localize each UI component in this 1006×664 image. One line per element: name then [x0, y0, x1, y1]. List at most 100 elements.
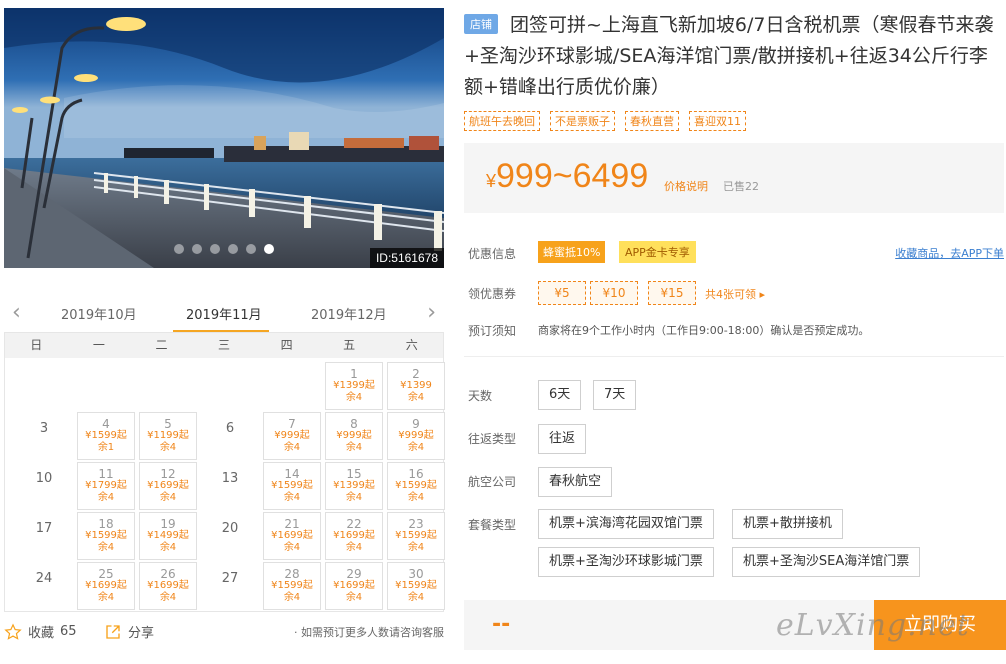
coupon-10[interactable]: ¥10 [590, 281, 638, 305]
honey-discount-badge: 蜂蜜抵10% [538, 241, 606, 263]
share-label: 分享 [128, 626, 155, 641]
day-remaining: 余1 [97, 442, 115, 453]
promo-label: 优惠信息 [468, 247, 517, 261]
sold-count: 已售22 [723, 180, 759, 193]
option-round-trip[interactable]: 往返 [538, 424, 587, 454]
calendar-day-cell[interactable]: 15 ¥1399起 余4 [325, 462, 383, 510]
prev-month-arrow-icon[interactable]: ‹ [12, 300, 21, 325]
day-remaining: 余4 [159, 592, 177, 603]
tab-prev-month[interactable]: 2019年10月 [61, 304, 137, 323]
next-month-arrow-icon[interactable]: › [427, 300, 436, 325]
day-price: ¥1399起 [333, 480, 375, 491]
day-remaining: 余4 [345, 592, 363, 603]
share-button[interactable]: 分享 [104, 622, 154, 641]
favorite-button[interactable]: 收藏 65 [4, 622, 77, 641]
gallery-footer: 收藏 65 分享 · 如需预订更多人数请咨询客服 [4, 620, 444, 644]
calendar-day-cell[interactable]: 12 ¥1699起 余4 [139, 462, 197, 510]
weekday-label: 一 [92, 338, 105, 352]
gallery-dot[interactable] [174, 244, 184, 254]
calendar-day-cell[interactable]: 19 ¥1499起 余4 [139, 512, 197, 560]
weekday-label: 三 [218, 338, 231, 352]
consult-note: · 如需预订更多人数请咨询客服 [294, 626, 444, 639]
calendar-day-cell[interactable]: 1 ¥1399起 余4 [325, 362, 383, 410]
price-explanation-link[interactable]: 价格说明 [664, 178, 708, 194]
days-label: 天数 [468, 389, 493, 403]
day-number: 11 [98, 467, 114, 481]
price-range: ¥999~6499 [486, 157, 648, 196]
calendar-day-unavailable: 13 [201, 462, 259, 510]
gallery-dot[interactable] [210, 244, 220, 254]
weekday-label: 二 [155, 338, 168, 352]
singapore-waterfront-photo [4, 8, 444, 268]
calendar-day-cell[interactable]: 23 ¥1599起 余4 [387, 512, 445, 560]
calendar-day-cell[interactable]: 26 ¥1699起 余4 [139, 562, 197, 610]
buy-now-button[interactable]: 立即购买 [874, 600, 1006, 650]
day-number: 5 [164, 417, 172, 431]
calendar-day-unavailable: 20 [201, 512, 259, 560]
calendar-day-cell[interactable]: 28 ¥1599起 余4 [263, 562, 321, 610]
day-remaining: 余4 [345, 542, 363, 553]
day-remaining: 余4 [97, 592, 115, 603]
option-spring-airlines[interactable]: 春秋航空 [538, 467, 613, 497]
day-remaining: 余4 [407, 442, 425, 453]
calendar-day-cell[interactable]: 11 ¥1799起 余4 [77, 462, 135, 510]
share-icon [106, 624, 120, 639]
calendar-day-cell[interactable]: 7 ¥999起 余4 [263, 412, 321, 460]
price-box: ¥999~6499 价格说明 已售22 [464, 143, 1004, 213]
day-number: 30 [408, 567, 424, 581]
tab-current-month[interactable]: 2019年11月 [186, 304, 262, 323]
calendar-day-cell[interactable]: 29 ¥1699起 余4 [325, 562, 383, 610]
calendar-day-cell[interactable]: 21 ¥1699起 余4 [263, 512, 321, 560]
calendar-day-cell[interactable]: 2 ¥1399 余4 [387, 362, 445, 410]
gallery-dot[interactable] [228, 244, 238, 254]
gallery-dots[interactable] [174, 244, 274, 254]
option-7-days[interactable]: 7天 [593, 380, 637, 410]
calendar-day-cell[interactable]: 30 ¥1599起 余4 [387, 562, 445, 610]
option-package-sea-aquarium[interactable]: 机票+圣淘沙SEA海洋馆门票 [732, 547, 921, 577]
day-number: 25 [98, 567, 114, 581]
weekday-label: 六 [405, 338, 418, 352]
calendar-day-cell[interactable]: 25 ¥1699起 余4 [77, 562, 135, 610]
day-number: 12 [160, 467, 176, 481]
buy-bar: -- 立即购买 [464, 600, 1006, 650]
day-remaining: 余4 [407, 592, 425, 603]
day-number: 17 [35, 521, 53, 536]
coupon-15[interactable]: ¥15 [648, 281, 696, 305]
calendar-day-cell[interactable]: 16 ¥1599起 余4 [387, 462, 445, 510]
calendar-day-cell[interactable]: 4 ¥1599起 余1 [77, 412, 135, 460]
calendar-day-cell[interactable]: 14 ¥1599起 余4 [263, 462, 321, 510]
coupon-more-link[interactable]: 共4张可领 ▸ [705, 286, 765, 302]
day-remaining: 余4 [283, 542, 301, 553]
calendar-day-cell[interactable]: 22 ¥1699起 余4 [325, 512, 383, 560]
favorite-app-link[interactable]: 收藏商品，去APP下单 [895, 245, 1004, 261]
coupon-5[interactable]: ¥5 [538, 281, 586, 305]
tab-next-month[interactable]: 2019年12月 [311, 304, 387, 323]
package-type-label: 套餐类型 [468, 518, 517, 532]
calendar-day-cell[interactable]: 8 ¥999起 余4 [325, 412, 383, 460]
day-price: ¥1599起 [395, 530, 437, 541]
option-6-days[interactable]: 6天 [538, 380, 582, 410]
day-number: 22 [346, 517, 362, 531]
price-amount: 999~6499 [496, 157, 649, 195]
gallery-dot-active[interactable] [264, 244, 274, 254]
day-remaining: 余4 [159, 492, 177, 503]
day-price: ¥1599起 [271, 580, 313, 591]
option-package-gardens[interactable]: 机票+滨海湾花园双馆门票 [538, 509, 714, 539]
option-package-universal[interactable]: 机票+圣淘沙环球影城门票 [538, 547, 714, 577]
product-photo-gallery[interactable]: ID:5161678 [4, 8, 444, 268]
day-remaining: 余4 [345, 492, 363, 503]
gallery-dot[interactable] [246, 244, 256, 254]
coupon-label: 领优惠券 [468, 287, 517, 301]
calendar-day-cell[interactable]: 18 ¥1599起 余4 [77, 512, 135, 560]
favorite-count: 65 [60, 624, 77, 639]
day-number: 13 [221, 471, 239, 486]
day-remaining: 余4 [159, 442, 177, 453]
gallery-dot[interactable] [192, 244, 202, 254]
option-package-pickup[interactable]: 机票+散拼接机 [732, 509, 843, 539]
day-price: ¥1599起 [85, 430, 127, 441]
calendar-day-cell[interactable]: 5 ¥1199起 余4 [139, 412, 197, 460]
day-price: ¥1399起 [333, 380, 375, 391]
calendar-month-nav: ‹ 2019年10月 2019年11月 2019年12月 › [4, 296, 444, 332]
calendar-day-cell[interactable]: 9 ¥999起 余4 [387, 412, 445, 460]
day-number: 7 [288, 417, 296, 431]
